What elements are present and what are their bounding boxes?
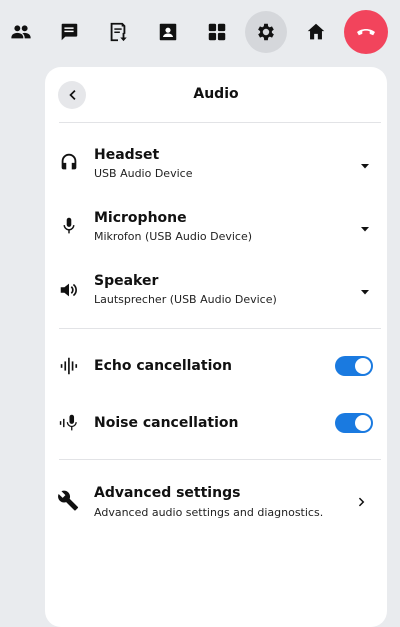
gear-icon: [258, 23, 274, 41]
caret-down-icon: [359, 220, 371, 232]
panel-header: Audio: [45, 67, 387, 123]
headset-icon: [58, 151, 80, 173]
speaker-icon: [58, 279, 80, 301]
call-toolbar: [0, 0, 400, 64]
device-subtitle: USB Audio Device: [94, 167, 193, 180]
microphone-icon: [58, 215, 80, 237]
panel-title: Audio: [193, 86, 239, 102]
advanced-settings-row[interactable]: Advanced settings Advanced audio setting…: [45, 481, 387, 523]
grid-icon: [208, 23, 226, 41]
home-button[interactable]: [295, 11, 337, 53]
apps-button[interactable]: [196, 11, 238, 53]
phone-hangup-icon: [357, 29, 375, 36]
settings-button[interactable]: [245, 11, 287, 53]
whiteboard-button[interactable]: [97, 11, 139, 53]
advanced-settings-title: Advanced settings: [94, 485, 241, 501]
caret-down-icon: [359, 283, 371, 295]
noise-cancellation-toggle[interactable]: [335, 413, 373, 433]
device-title: Speaker: [94, 273, 159, 289]
participants-button[interactable]: [0, 11, 42, 53]
chat-button[interactable]: [48, 11, 90, 53]
people-icon: [11, 25, 31, 39]
toggle-title: Noise cancellation: [94, 415, 239, 431]
noise-cancellation-icon: [58, 412, 80, 434]
chat-icon: [61, 23, 78, 41]
devices-divider: [59, 328, 381, 329]
header-divider: [59, 122, 381, 123]
echo-cancellation-icon: [58, 355, 80, 377]
headset-device-row[interactable]: Headset USB Audio Device: [45, 143, 387, 183]
device-subtitle: Mikrofon (USB Audio Device): [94, 230, 253, 243]
toggle-knob: [355, 415, 371, 431]
device-title: Microphone: [94, 210, 187, 226]
contact-icon: [159, 23, 177, 41]
device-subtitle: Lautsprecher (USB Audio Device): [94, 293, 277, 306]
toggle-knob: [355, 358, 371, 374]
echo-cancellation-row: Echo cancellation: [45, 354, 387, 378]
speaker-device-row[interactable]: Speaker Lautsprecher (USB Audio Device): [45, 269, 387, 309]
hang-up-button[interactable]: [344, 10, 388, 54]
noise-cancellation-row: Noise cancellation: [45, 411, 387, 435]
device-title: Headset: [94, 147, 160, 163]
toggle-title: Echo cancellation: [94, 358, 232, 374]
echo-cancellation-toggle[interactable]: [335, 356, 373, 376]
home-icon: [307, 23, 325, 40]
toggles-divider: [59, 459, 381, 460]
audio-settings-panel: Audio Headset USB Audio Device Microphon…: [45, 67, 387, 627]
download-doc-icon: [110, 22, 127, 42]
microphone-device-row[interactable]: Microphone Mikrofon (USB Audio Device): [45, 206, 387, 246]
wrench-icon: [58, 490, 80, 512]
caret-down-icon: [359, 157, 371, 169]
advanced-settings-subtitle: Advanced audio settings and diagnostics.: [94, 506, 324, 519]
contacts-button[interactable]: [147, 11, 189, 53]
chevron-right-icon: [355, 494, 369, 508]
